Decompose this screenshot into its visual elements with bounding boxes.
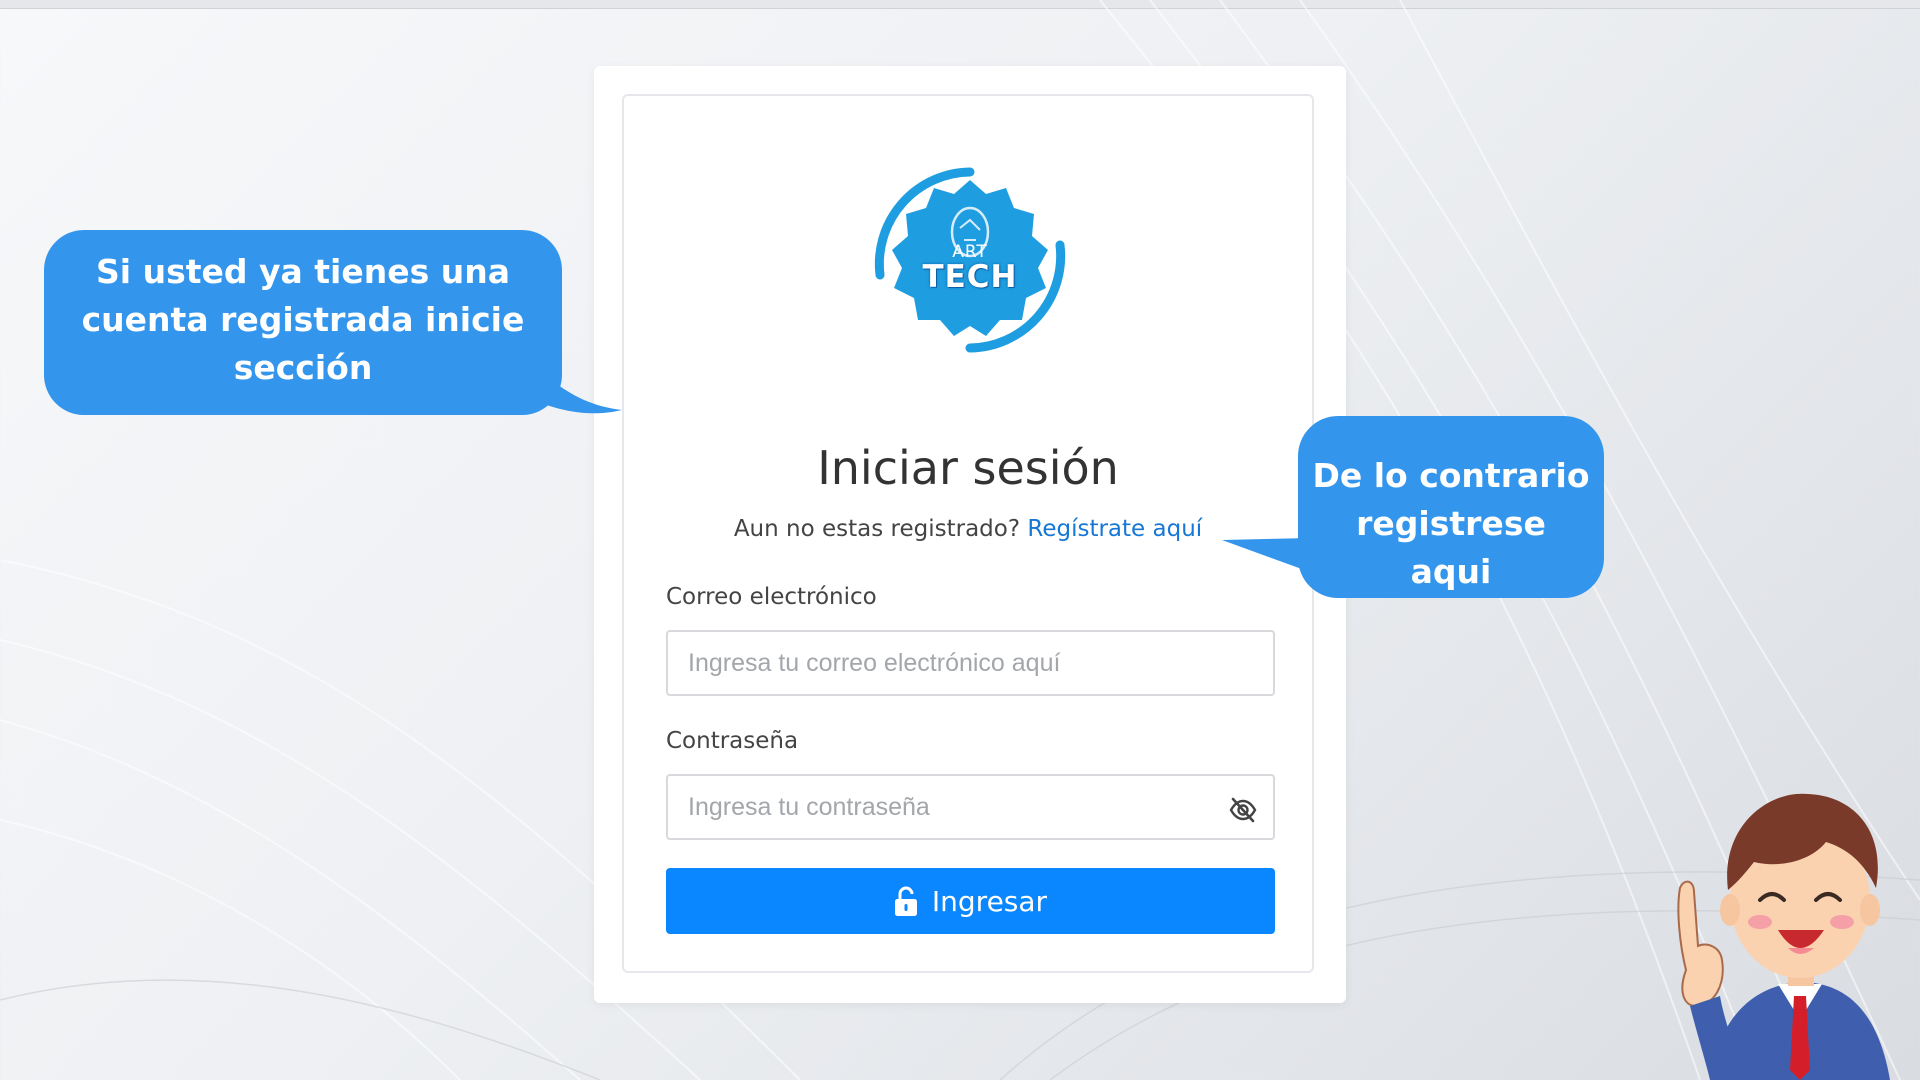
eye-slash-icon[interactable] [1228,795,1258,825]
login-button-label: Ingresar [931,884,1048,918]
callout-right-line: De lo contrario [1312,456,1590,495]
login-card: ART TECH Iniciar sesión Aun no estas reg… [594,66,1346,1003]
page-title: Iniciar sesión [817,441,1119,495]
logo-tech-text: TECH [922,259,1018,295]
cartoon-presenter-illustration [1650,770,1920,1080]
email-label: Correo electrónico [666,584,877,610]
login-form: ART TECH Iniciar sesión Aun no estas reg… [622,94,1314,973]
callout-left-line: sección [233,348,373,387]
callout-left-line: cuenta registrada inicie [81,300,525,339]
register-prompt-text: Aun no estas registrado? [733,516,1021,542]
register-link[interactable]: Regístrate aquí [1027,516,1202,542]
callout-register-hint: De lo contrario registrese aqui [1298,416,1604,598]
unlock-icon [894,885,918,917]
password-field[interactable] [666,774,1275,840]
register-prompt-line: Aun no estas registrado? Regístrate aquí [624,516,1312,542]
callout-right-line: registrese aqui [1356,504,1546,591]
login-button[interactable]: Ingresar [666,868,1275,934]
callout-left-line: Si usted ya tienes una [96,252,510,291]
callout-login-hint: Si usted ya tienes una cuenta registrada… [44,230,562,415]
email-field[interactable] [666,630,1275,696]
password-label: Contraseña [666,728,799,754]
arttech-logo: ART TECH [860,150,1080,370]
